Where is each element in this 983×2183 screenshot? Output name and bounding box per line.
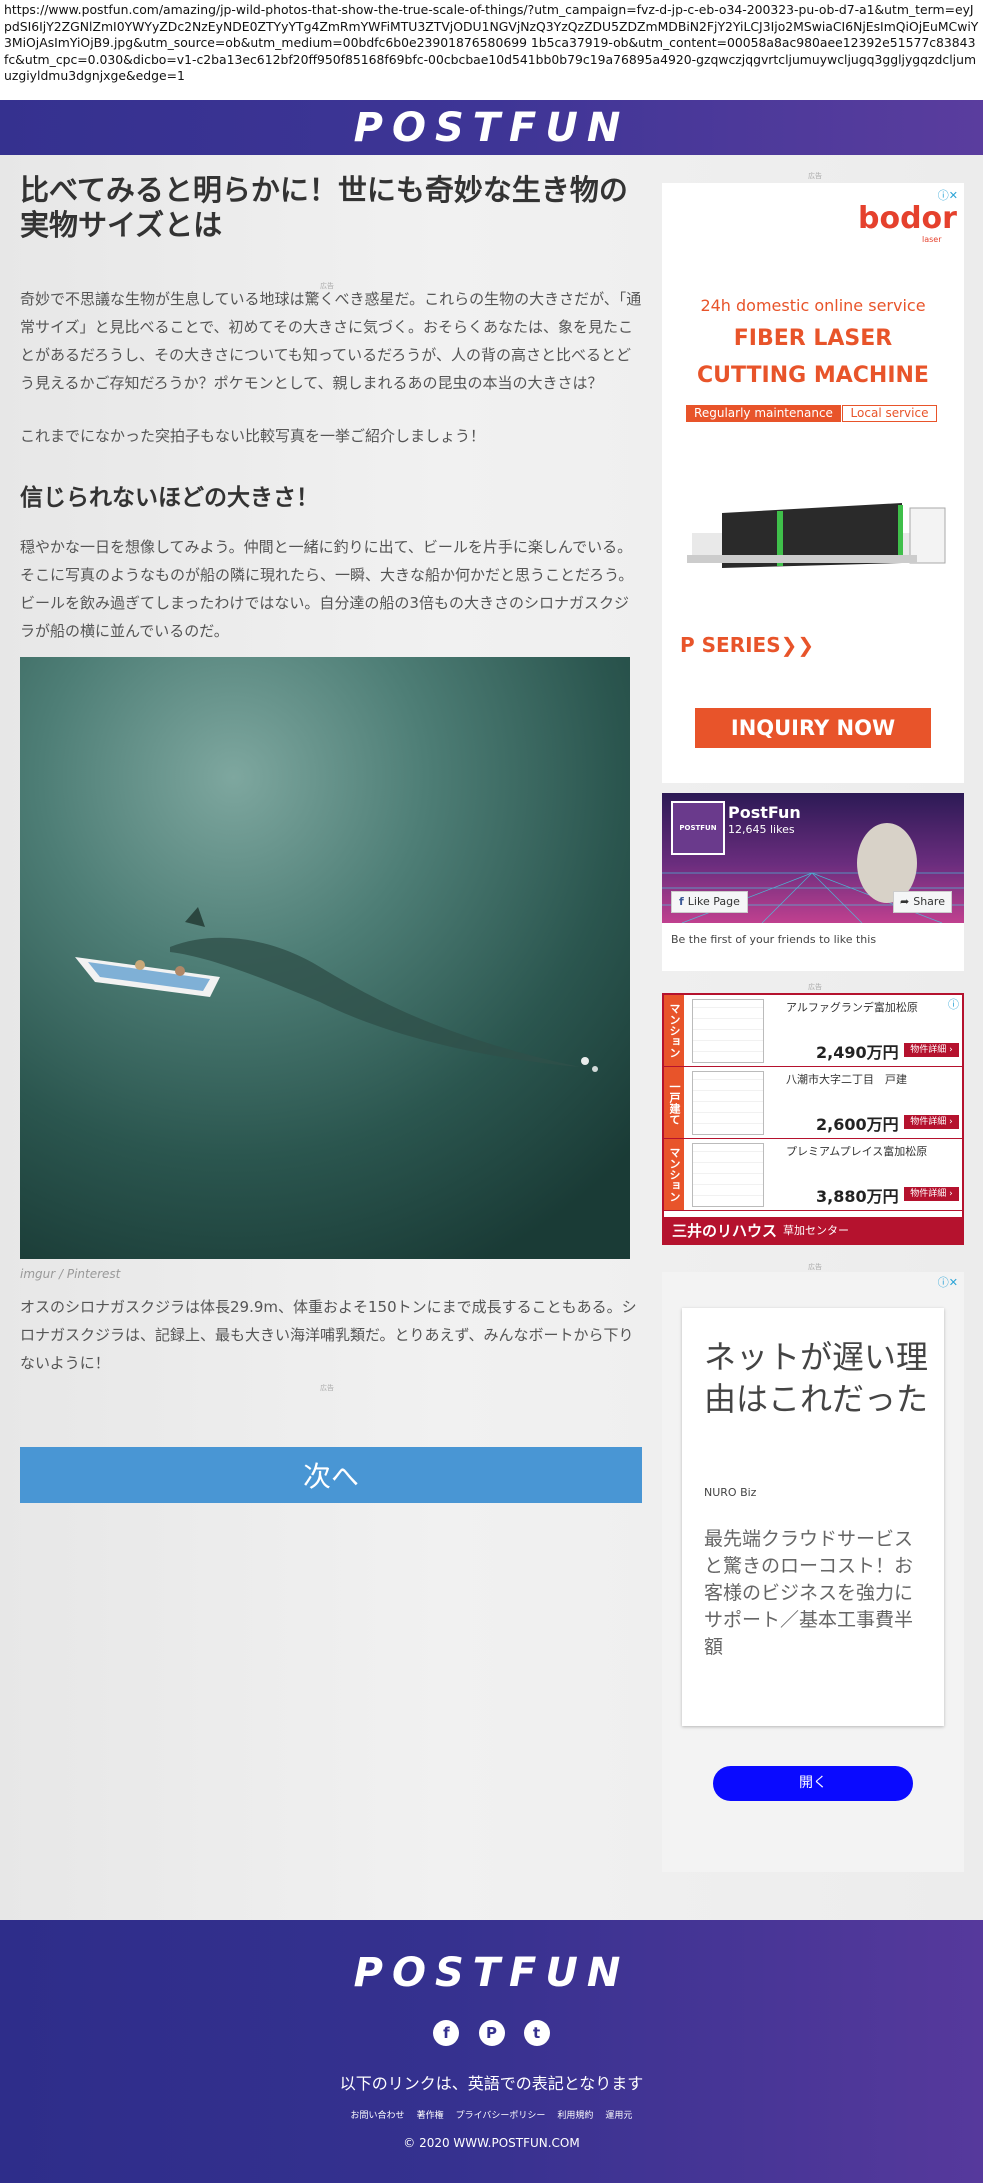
share-icon: ➦ [900,895,910,908]
rehouse-center: 草加センター [783,1224,850,1237]
listing-row[interactable]: マンション プレミアムプレイス富加松原 3,880万円 物件詳細 › [664,1139,962,1211]
whale-boat-image [20,657,630,1259]
nuro-source: NURO Biz [704,1486,757,1499]
fb-avatar[interactable]: POSTFUN [671,801,725,855]
ad-label-2: 広告 [320,1384,334,1392]
twitter-icon[interactable]: t [523,2020,550,2046]
laser-ad[interactable]: ⓘ✕ bodor laser 24h domestic online servi… [662,183,964,783]
listing-price: 2,600万円 [816,1115,899,1134]
bodor-sub: laser [922,235,942,244]
next-button[interactable]: 次へ [20,1447,642,1503]
facebook-icon[interactable]: f [433,2020,460,2046]
fb-share-button[interactable]: ➦ Share [893,891,952,913]
fb-share-label: Share [913,895,945,908]
nuro-open-button[interactable]: 開く [713,1766,913,1801]
site-header: POSTFUN [0,100,983,155]
floorplan-image [692,1143,764,1207]
pinterest-icon[interactable]: P [478,2020,505,2046]
ad-service-text: 24h domestic online service [700,296,926,315]
ad2-footer: 三井のリハウス 草加センター [664,1217,962,1243]
floorplan-image [692,999,764,1063]
address-bar[interactable]: https://www.postfun.com/amazing/jp-wild-… [0,0,983,100]
rehouse-logo: 三井のリハウス [672,1221,778,1240]
ad-line-2: CUTTING MACHINE [697,363,929,388]
fb-like-page-label: Like Page [687,895,740,908]
machine-image [672,493,954,598]
ad-choices-icon-3[interactable]: ⓘ✕ [938,1274,958,1290]
floorplan-image [692,1071,764,1135]
listing-name: アルファグランデ富加松原 [786,1001,918,1014]
double-chevron-icon: ❯❯ [780,633,815,657]
listing-name: プレミアムプレイス富加松原 [786,1145,928,1158]
inquiry-button[interactable]: INQUIRY NOW [695,708,931,748]
ad-tag-2: Local service [842,405,937,422]
listing-row[interactable]: マンション アルファグランデ富加松原 2,490万円 物件詳細 › [664,995,962,1067]
footer-link[interactable]: お問い合わせ [351,2111,405,2121]
footer-link[interactable]: 利用規約 [557,2111,593,2121]
article-intro-2: これまでになかった突拍子もない比較写真を一挙ご紹介しましょう！ [20,427,486,445]
listing-price: 3,880万円 [816,1187,899,1206]
sidebar-ad-label-3: 広告 [808,1263,822,1271]
listing-name: 八潮市大字二丁目 戸建 [786,1073,907,1086]
whale-photo [20,657,630,1259]
listing-detail-button[interactable]: 物件詳細 › [904,1043,959,1057]
nuro-headline: ネットが遅い理由はこれだった [704,1338,929,1418]
copyright: © 2020 WWW.POSTFUN.COM [403,2136,580,2150]
ad-tag-1: Regularly maintenance [686,405,841,422]
section-heading: 信じられないほどの大きさ！ [20,485,319,511]
listing-detail-label: 物件詳細 [910,1189,947,1199]
ad-line-1: FIBER LASER [733,326,893,351]
listing-detail-label: 物件詳細 [910,1117,947,1127]
ad-series: P SERIES❯❯ [680,633,814,657]
facebook-page-widget: POSTFUN PostFun 12,645 likes f Like Page … [662,793,964,971]
ad-series-label: P SERIES [680,633,781,657]
social-links: f P t [0,2020,983,2046]
fb-cover: POSTFUN PostFun 12,645 likes f Like Page … [662,793,964,923]
article-body-2: オスのシロナガスクジラは体長29.9m、体重およそ150トンにまで成長することも… [20,1298,637,1372]
article: 比べてみると明らかに！世にも奇妙な生き物の実物サイズとは 広告 奇妙で不思議な生… [20,173,643,640]
footer-link[interactable]: 運用元 [605,2111,632,2121]
facebook-icon: f [679,895,684,908]
article-intro: 奇妙で不思議な生物が生息している地球は驚くべき惑星だ。これらの生物の大きさだが、… [20,290,642,392]
fb-likes: 12,645 likes [728,823,795,836]
listing-row[interactable]: 一戸建て 八潮市大字二丁目 戸建 2,600万円 物件詳細 › [664,1067,962,1139]
footer-link[interactable]: プライバシーポリシー [456,2111,546,2121]
sidebar-ad-label: 広告 [808,172,822,180]
footer-link[interactable]: 著作権 [417,2111,444,2121]
sidebar-ad-label-2: 広告 [808,983,822,991]
fb-like-page-button[interactable]: f Like Page [671,891,748,913]
nuro-body: 最先端クラウドサービスと驚きのローコスト！お客様のビジネスを強力にサポート／基本… [704,1528,914,1658]
footer-links: お問い合わせ 著作権 プライバシーポリシー 利用規約 運用元 [0,2108,983,2121]
real-estate-ad[interactable]: ⓘ マンション アルファグランデ富加松原 2,490万円 物件詳細 › 一戸建て 八潮市大… [662,993,964,1245]
listing-tag: マンション [664,995,684,1066]
listing-tag: マンション [664,1139,684,1210]
nuro-ad[interactable]: ⓘ✕ ネットが遅い理由はこれだった NURO Biz 最先端クラウドサービスと驚… [662,1272,964,1872]
photo-caption: imgur / Pinterest [20,1267,121,1281]
article-body: 穏やかな一日を想像してみよう。仲間と一緒に釣りに出て、ビールを片手に楽しんでいる… [20,538,634,640]
listing-tag: 一戸建て [664,1067,684,1138]
footer-logo[interactable]: POSTFUN [0,1950,983,1996]
site-logo[interactable]: POSTFUN [354,105,630,151]
site-footer: POSTFUN f P t 以下のリンクは、英語での表記となります お問い合わせ… [0,1920,983,2183]
listing-detail-button[interactable]: 物件詳細 › [904,1115,959,1129]
nuro-card[interactable]: ネットが遅い理由はこれだった NURO Biz 最先端クラウドサービスと驚きのロ… [682,1308,944,1833]
fb-page-name[interactable]: PostFun [728,803,801,822]
fb-friends-text: Be the first of your friends to like thi… [671,933,877,946]
article-title: 比べてみると明らかに！世にも奇妙な生き物の実物サイズとは [20,173,628,242]
listing-price: 2,490万円 [816,1043,899,1062]
bodor-logo: bodor [858,201,957,236]
footer-note: 以下のリンクは、英語での表記となります [339,2074,644,2093]
listing-detail-button[interactable]: 物件詳細 › [904,1187,959,1201]
listing-detail-label: 物件詳細 [910,1045,947,1055]
